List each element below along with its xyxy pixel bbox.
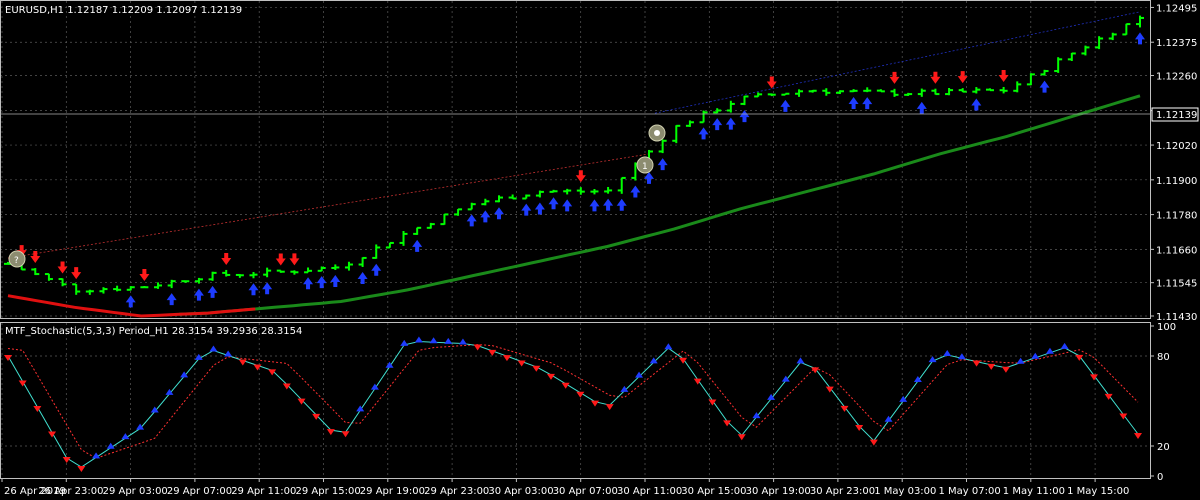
- chart-background: [0, 0, 1200, 500]
- marker-circle-icon[interactable]: [648, 124, 666, 142]
- indicator-title: MTF_Stochastic(5,3,3) Period_H1 28.3154 …: [5, 326, 302, 337]
- trading-chart[interactable]: 1.12495 1.12375 1.12260 1.12139 1.12020 1.119…: [0, 0, 1200, 500]
- time-tick-label: 30 Apr 19:00: [746, 486, 811, 497]
- price-tick-label: 1.11545: [1156, 279, 1197, 290]
- svg-text:1: 1: [642, 162, 648, 172]
- price-tick-label: 1.12375: [1156, 38, 1197, 49]
- price-tick-label: 1.11780: [1156, 211, 1197, 222]
- time-tick-label: 29 Apr 15:00: [296, 486, 361, 497]
- time-tick-label: 29 Apr 23:00: [424, 486, 489, 497]
- current-price-label: 1.12139: [1156, 110, 1197, 121]
- price-tick-label: 1.12495: [1156, 3, 1197, 14]
- level-tick-label: 20: [1157, 442, 1170, 453]
- time-tick-label: 26 Apr 23:00: [38, 486, 103, 497]
- svg-text:?: ?: [14, 256, 19, 266]
- time-tick-label: 1 May 15:00: [1067, 486, 1129, 497]
- time-tick-label: 1 May 03:00: [874, 486, 936, 497]
- chart-title: EURUSD,H1 1.12187 1.12209 1.12097 1.1213…: [5, 5, 242, 16]
- price-tick-label: 1.11900: [1156, 176, 1197, 187]
- level-tick-label: 100: [1157, 322, 1176, 333]
- level-tick-label: 0: [1157, 472, 1163, 483]
- time-tick-label: 1 May 07:00: [939, 486, 1001, 497]
- time-tick-label: 1 May 11:00: [1003, 486, 1065, 497]
- time-tick-label: 29 Apr 07:00: [167, 486, 232, 497]
- time-tick-label: 30 Apr 11:00: [617, 486, 682, 497]
- price-bar: [781, 92, 790, 96]
- price-tick-label: 1.11660: [1156, 245, 1197, 256]
- time-tick-label: 30 Apr 23:00: [810, 486, 875, 497]
- time-tick-label: 30 Apr 07:00: [553, 486, 618, 497]
- price-tick-label: 1.12260: [1156, 72, 1197, 83]
- time-tick-label: 30 Apr 15:00: [681, 486, 746, 497]
- time-tick-label: 29 Apr 03:00: [103, 486, 168, 497]
- level-tick-label: 80: [1157, 352, 1170, 363]
- time-tick-label: 29 Apr 19:00: [360, 486, 425, 497]
- price-bar: [140, 286, 149, 289]
- price-tick-label: 1.12020: [1156, 141, 1197, 152]
- marker-circle-icon[interactable]: ?: [8, 250, 26, 268]
- time-tick-label: 30 Apr 03:00: [488, 486, 553, 497]
- marker-circle-icon[interactable]: 1: [636, 156, 654, 174]
- time-tick-label: 29 Apr 11:00: [231, 486, 296, 497]
